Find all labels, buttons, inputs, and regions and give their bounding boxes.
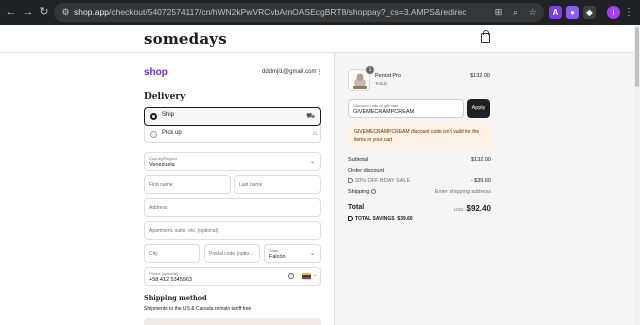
first-name-field[interactable]: First name: [144, 175, 231, 194]
phone-value: +58 412 5345963: [149, 277, 192, 283]
city-placeholder: City: [149, 251, 158, 257]
bookmark-star-icon[interactable]: ☆: [527, 7, 538, 18]
browser-menu-icon[interactable]: ⋮: [624, 6, 634, 19]
store-icon: ⌂: [312, 130, 317, 137]
country-label: Country/Region: [149, 156, 177, 161]
venezuela-flag-icon[interactable]: [302, 273, 311, 279]
store-logo[interactable]: somedays: [144, 30, 227, 48]
discount-code-input[interactable]: Discount code or gift card GIVEMECRAMPCR…: [348, 99, 464, 118]
radio-selected-icon[interactable]: [150, 113, 157, 120]
delivery-option-label: Ship: [162, 112, 175, 118]
shipping-label: Shipping: [348, 189, 370, 195]
scrollbar-thumb[interactable]: [635, 27, 639, 87]
account-email: dddmjl1@gmail.com: [262, 69, 317, 75]
browser-toolbar: ← → ↻ ⚙ shop.app/checkout/54072574117/cn…: [0, 0, 640, 25]
state-label: State: [269, 248, 279, 253]
radio-unselected-icon[interactable]: [150, 131, 157, 138]
address-field[interactable]: Address: [144, 198, 321, 217]
last-name-field[interactable]: Last name: [234, 175, 321, 194]
total-row: Total USD $92.40: [348, 204, 491, 214]
delivery-method-group: Ship ⛟ Pick up ⌂: [144, 107, 321, 143]
column-divider: [334, 53, 335, 325]
discount-tag-icon: [348, 178, 353, 183]
country-select[interactable]: Country/Region Venezuela ⌄: [144, 152, 321, 171]
discount-code-value: GIVEMECRAMPCREAM: [353, 109, 415, 115]
delivery-heading: Delivery: [144, 92, 186, 102]
currency-code: USD: [454, 207, 464, 212]
country-value: Venezuela: [149, 162, 175, 168]
translate-icon[interactable]: ⊞: [493, 7, 504, 18]
discount-line-row: 30% OFF BDAY SALE - $39.60: [348, 178, 491, 186]
phone-label: Phone (optional): [149, 271, 179, 276]
shipping-value: Enter shipping address: [434, 189, 491, 195]
total-savings: TOTAL SAVINGS $39.60: [348, 216, 413, 222]
discount-amount: - $39.60: [470, 178, 491, 184]
phone-field[interactable]: Phone (optional) +58 412 5345963: [144, 267, 321, 286]
delivery-option-ship[interactable]: Ship ⛟: [144, 107, 321, 126]
address-placeholder: Address: [149, 205, 168, 211]
shipping-method-heading: Shipping method: [144, 294, 207, 302]
savings-tag-icon: [348, 216, 353, 221]
product-variant: Teddy: [375, 81, 388, 86]
extensions-puzzle-icon[interactable]: ◆: [583, 6, 596, 19]
subtotal-row: Subtotal $132.00: [348, 157, 491, 165]
shipping-note: Shipments to the US & Canada remain tari…: [144, 306, 252, 312]
chevron-down-icon: ⌄: [309, 251, 315, 257]
info-icon[interactable]: [371, 189, 377, 194]
apply-discount-button[interactable]: Apply: [467, 99, 490, 118]
account-menu-icon[interactable]: ⋮: [316, 68, 323, 76]
truck-icon: ⛟: [306, 113, 315, 120]
first-name-placeholder: First name: [149, 182, 173, 188]
total-amount: $92.40: [466, 204, 491, 213]
subtotal-value: $132.00: [471, 157, 491, 163]
shop-pay-logo: shop: [144, 67, 168, 78]
discount-code-label: Discount code or gift card: [353, 103, 399, 108]
profile-avatar[interactable]: i: [607, 6, 620, 19]
help-icon[interactable]: ?: [288, 273, 294, 279]
forward-icon[interactable]: →: [21, 5, 35, 19]
zoom-icon[interactable]: ⌕: [510, 7, 521, 18]
postal-code-placeholder: Postal code (optio...: [209, 251, 254, 257]
discount-error-text: GIVEMECRAMPCREAM discount code isn't val…: [354, 129, 480, 143]
delivery-option-pickup[interactable]: Pick up ⌂: [145, 126, 322, 144]
discount-error-banner: GIVEMECRAMPCREAM discount code isn't val…: [348, 123, 491, 150]
order-discount-row: Order discount: [348, 168, 491, 176]
postal-code-field[interactable]: Postal code (optio...: [204, 244, 260, 263]
extension-icon[interactable]: ●: [566, 6, 579, 19]
city-field[interactable]: City: [144, 244, 200, 263]
savings-label: TOTAL SAVINGS: [355, 216, 395, 222]
total-label: Total: [348, 204, 365, 211]
product-name: Period Pro: [375, 73, 401, 79]
extension-icon[interactable]: A: [549, 6, 562, 19]
discount-name: 30% OFF BDAY SALE: [355, 178, 411, 184]
shipping-method-box: [144, 318, 321, 325]
apartment-field[interactable]: Apartment, suite, etc. (optional): [144, 221, 321, 240]
page-scrollbar[interactable]: [634, 25, 640, 325]
state-value: Falcón: [269, 254, 286, 260]
delivery-option-label: Pick up: [162, 130, 182, 136]
chevron-down-icon[interactable]: ⌄: [313, 272, 317, 278]
chevron-down-icon: ⌄: [309, 159, 315, 165]
state-select[interactable]: State Falcón ⌄: [264, 244, 321, 263]
quantity-badge: 1: [366, 66, 374, 74]
shopping-bag-icon[interactable]: [481, 30, 490, 43]
savings-value: $39.60: [397, 216, 413, 222]
url-text: shop.app/checkout/54072574117/cn/hWN2kPw…: [74, 7, 466, 17]
shipping-row: Shipping Enter shipping address: [348, 189, 491, 197]
apartment-placeholder: Apartment, suite, etc. (optional): [149, 228, 219, 234]
last-name-placeholder: Last name: [239, 182, 263, 188]
product-price: $132.00: [470, 73, 490, 79]
reload-icon[interactable]: ↻: [37, 5, 51, 19]
order-discount-label: Order discount: [348, 168, 385, 174]
subtotal-label: Subtotal: [348, 157, 369, 163]
address-bar[interactable]: ⚙ shop.app/checkout/54072574117/cn/hWN2k…: [54, 3, 544, 22]
site-header: somedays: [0, 25, 634, 53]
back-icon[interactable]: ←: [4, 5, 18, 19]
site-info-icon[interactable]: ⚙: [60, 7, 71, 18]
